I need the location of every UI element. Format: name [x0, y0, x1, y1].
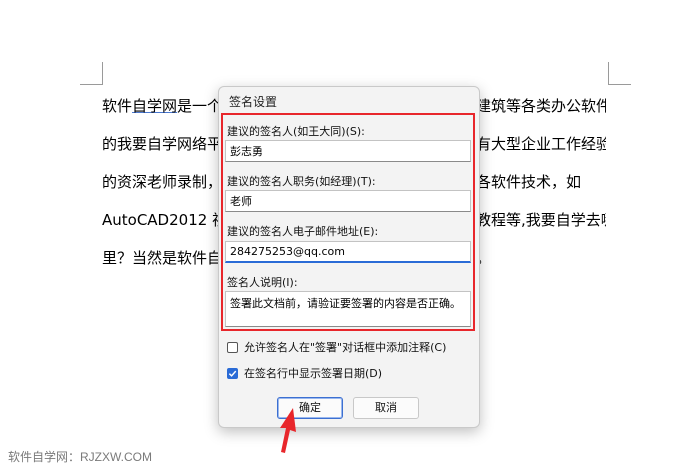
- doc-text-underlined: 自学网: [132, 97, 178, 115]
- cancel-button[interactable]: 取消: [353, 397, 419, 419]
- instructions-textarea[interactable]: 签署此文档前，请验证要签署的内容是否正确。: [225, 291, 471, 327]
- signer-name-label: 建议的签名人(如王大同)(S):: [227, 125, 365, 138]
- signer-title-input[interactable]: [225, 190, 471, 212]
- dialog-title: 签名设置: [229, 95, 278, 109]
- signer-title-label: 建议的签名人职务(如经理)(T):: [227, 175, 376, 188]
- doc-text: 是一个: [177, 97, 223, 115]
- pointer-arrow-icon: [280, 408, 296, 453]
- signature-setup-dialog: 签名设置 建议的签名人(如王大同)(S): 建议的签名人职务(如经理)(T): …: [218, 86, 480, 428]
- document-line-3-right: 各软件技术，如: [476, 173, 582, 191]
- document-line-1-right: 建筑等各类办公软件: [476, 97, 606, 115]
- signer-email-label: 建议的签名人电子邮件地址(E):: [227, 225, 379, 238]
- document-line-2-right: 有大型企业工作经验: [476, 135, 606, 153]
- doc-text: 软件: [102, 97, 133, 115]
- page-corner-mark-top-left: [80, 62, 103, 85]
- allow-comments-option[interactable]: 允许签名人在"签署"对话框中添加注释(C): [227, 339, 446, 355]
- document-line-4-left: AutoCAD2012 视: [102, 211, 222, 229]
- allow-comments-label: 允许签名人在"签署"对话框中添加注释(C): [244, 341, 447, 354]
- signer-name-input[interactable]: [225, 140, 471, 162]
- checkmark-icon: [228, 370, 237, 377]
- document-line-5-left: 里？当然是软件自: [102, 249, 222, 267]
- watermark-text: 软件自学网：RJZXW.COM: [8, 450, 152, 464]
- document-line-2-left: 的我要自学网络平: [102, 135, 222, 153]
- page-corner-mark-top-right: [608, 62, 631, 85]
- document-line-5-right: 。: [476, 249, 492, 267]
- document-line-4-right: 教程等,我要自学去哪: [476, 211, 606, 229]
- allow-comments-checkbox[interactable]: [227, 341, 238, 353]
- signer-email-input[interactable]: [225, 241, 471, 263]
- show-date-option[interactable]: 在签名行中显示签署日期(D): [227, 365, 382, 381]
- instructions-label: 签名人说明(I):: [227, 276, 298, 289]
- show-date-label: 在签名行中显示签署日期(D): [244, 367, 383, 380]
- show-date-checkbox[interactable]: [227, 367, 238, 379]
- document-line-3-left: 的资深老师录制，: [102, 173, 222, 191]
